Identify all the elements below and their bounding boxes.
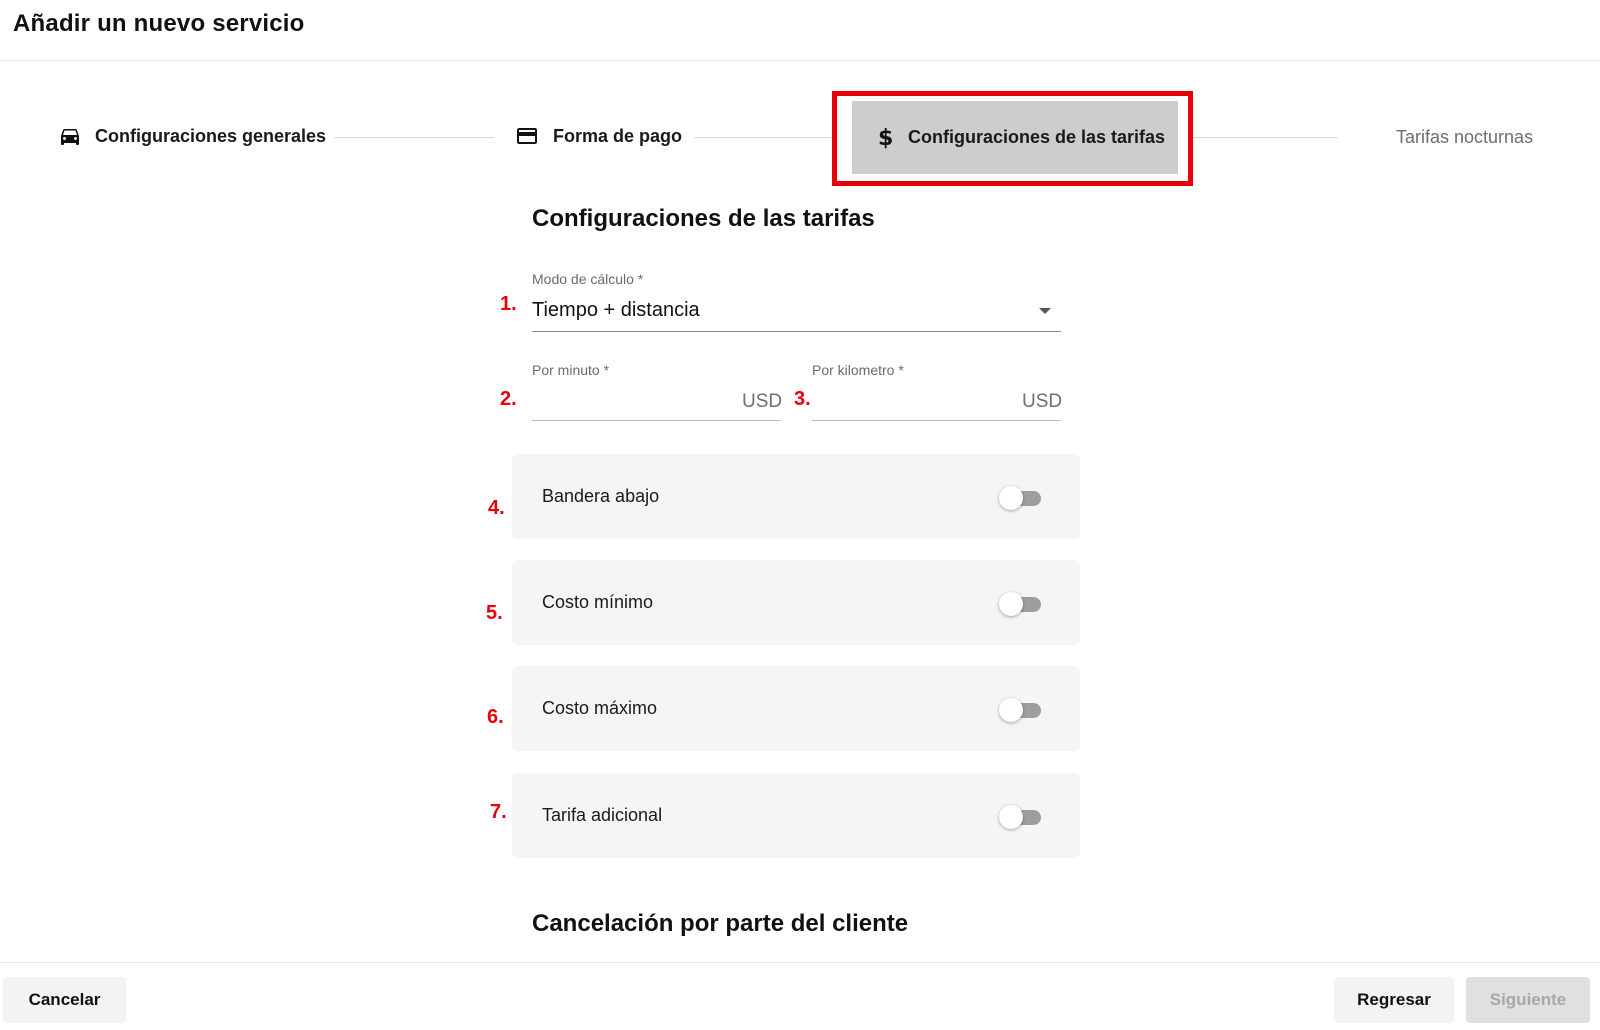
per-minute-underline <box>532 420 781 421</box>
dollar-icon: $ <box>876 124 896 150</box>
toggle-label: Tarifa adicional <box>542 805 663 825</box>
toggle-label: Costo mínimo <box>542 592 654 612</box>
step-general-settings[interactable]: Configuraciones generales <box>57 124 326 148</box>
toggle-label: Costo máximo <box>542 698 658 718</box>
stepper-connector <box>334 137 494 138</box>
maximum-cost-toggle[interactable] <box>999 698 1044 722</box>
calc-mode-value: Tiempo + distancia <box>532 299 700 321</box>
per-km-label: Por kilometro * <box>812 362 904 378</box>
dialog-footer: Cancelar Regresar Siguiente <box>0 962 1600 1030</box>
credit-card-icon <box>513 124 541 148</box>
next-button[interactable]: Siguiente <box>1466 977 1590 1023</box>
cancel-button[interactable]: Cancelar <box>3 977 126 1023</box>
per-km-currency: USD <box>1022 391 1063 412</box>
toggle-card-minimum-cost: Costo mínimo <box>512 560 1080 645</box>
step-night-rates[interactable]: Tarifas nocturnas <box>1362 124 1533 150</box>
moon-icon <box>1362 124 1384 150</box>
dialog-header: Añadir un nuevo servicio <box>0 0 1600 61</box>
car-icon <box>57 124 83 148</box>
per-minute-label: Por minuto * <box>532 362 610 378</box>
svg-text:$: $ <box>878 126 893 150</box>
annotation-marker-6: 6. <box>487 706 504 728</box>
cancellation-section-title: Cancelación por parte del cliente <box>532 910 909 937</box>
step-label: Configuraciones de las tarifas <box>908 126 1166 147</box>
per-minute-currency: USD <box>742 391 783 412</box>
stepper-connector <box>694 137 832 138</box>
toggle-card-flag-down: Bandera abajo <box>512 454 1080 539</box>
annotation-marker-1: 1. <box>500 293 517 315</box>
calc-mode-underline <box>532 331 1061 332</box>
stepper-connector <box>1193 137 1338 138</box>
annotation-marker-3: 3. <box>794 388 811 410</box>
annotation-marker-2: 2. <box>500 388 517 410</box>
toggle-card-maximum-cost: Costo máximo <box>512 666 1080 751</box>
step-rate-settings[interactable]: $ Configuraciones de las tarifas <box>876 124 1165 150</box>
flag-down-toggle[interactable] <box>999 486 1044 510</box>
per-km-underline <box>812 420 1061 421</box>
step-label: Forma de pago <box>553 125 683 146</box>
switch-thumb <box>999 698 1023 722</box>
toggle-label: Bandera abajo <box>542 486 660 506</box>
calc-mode-label: Modo de cálculo * <box>532 271 644 287</box>
switch-thumb <box>999 486 1023 510</box>
minimum-cost-toggle[interactable] <box>999 592 1044 616</box>
back-button[interactable]: Regresar <box>1334 977 1454 1023</box>
annotation-marker-4: 4. <box>488 497 505 519</box>
switch-thumb <box>999 592 1023 616</box>
step-payment-method[interactable]: Forma de pago <box>513 124 682 148</box>
annotation-marker-7: 7. <box>490 801 507 823</box>
step-label: Configuraciones generales <box>95 125 327 146</box>
chevron-down-icon <box>1039 308 1051 314</box>
step-label: Tarifas nocturnas <box>1396 126 1534 147</box>
dialog-title: Añadir un nuevo servicio <box>13 10 305 37</box>
annotation-marker-5: 5. <box>486 602 503 624</box>
additional-fee-toggle[interactable] <box>999 805 1044 829</box>
section-title: Configuraciones de las tarifas <box>532 205 875 232</box>
toggle-card-additional-fee: Tarifa adicional <box>512 773 1080 858</box>
switch-thumb <box>999 805 1023 829</box>
